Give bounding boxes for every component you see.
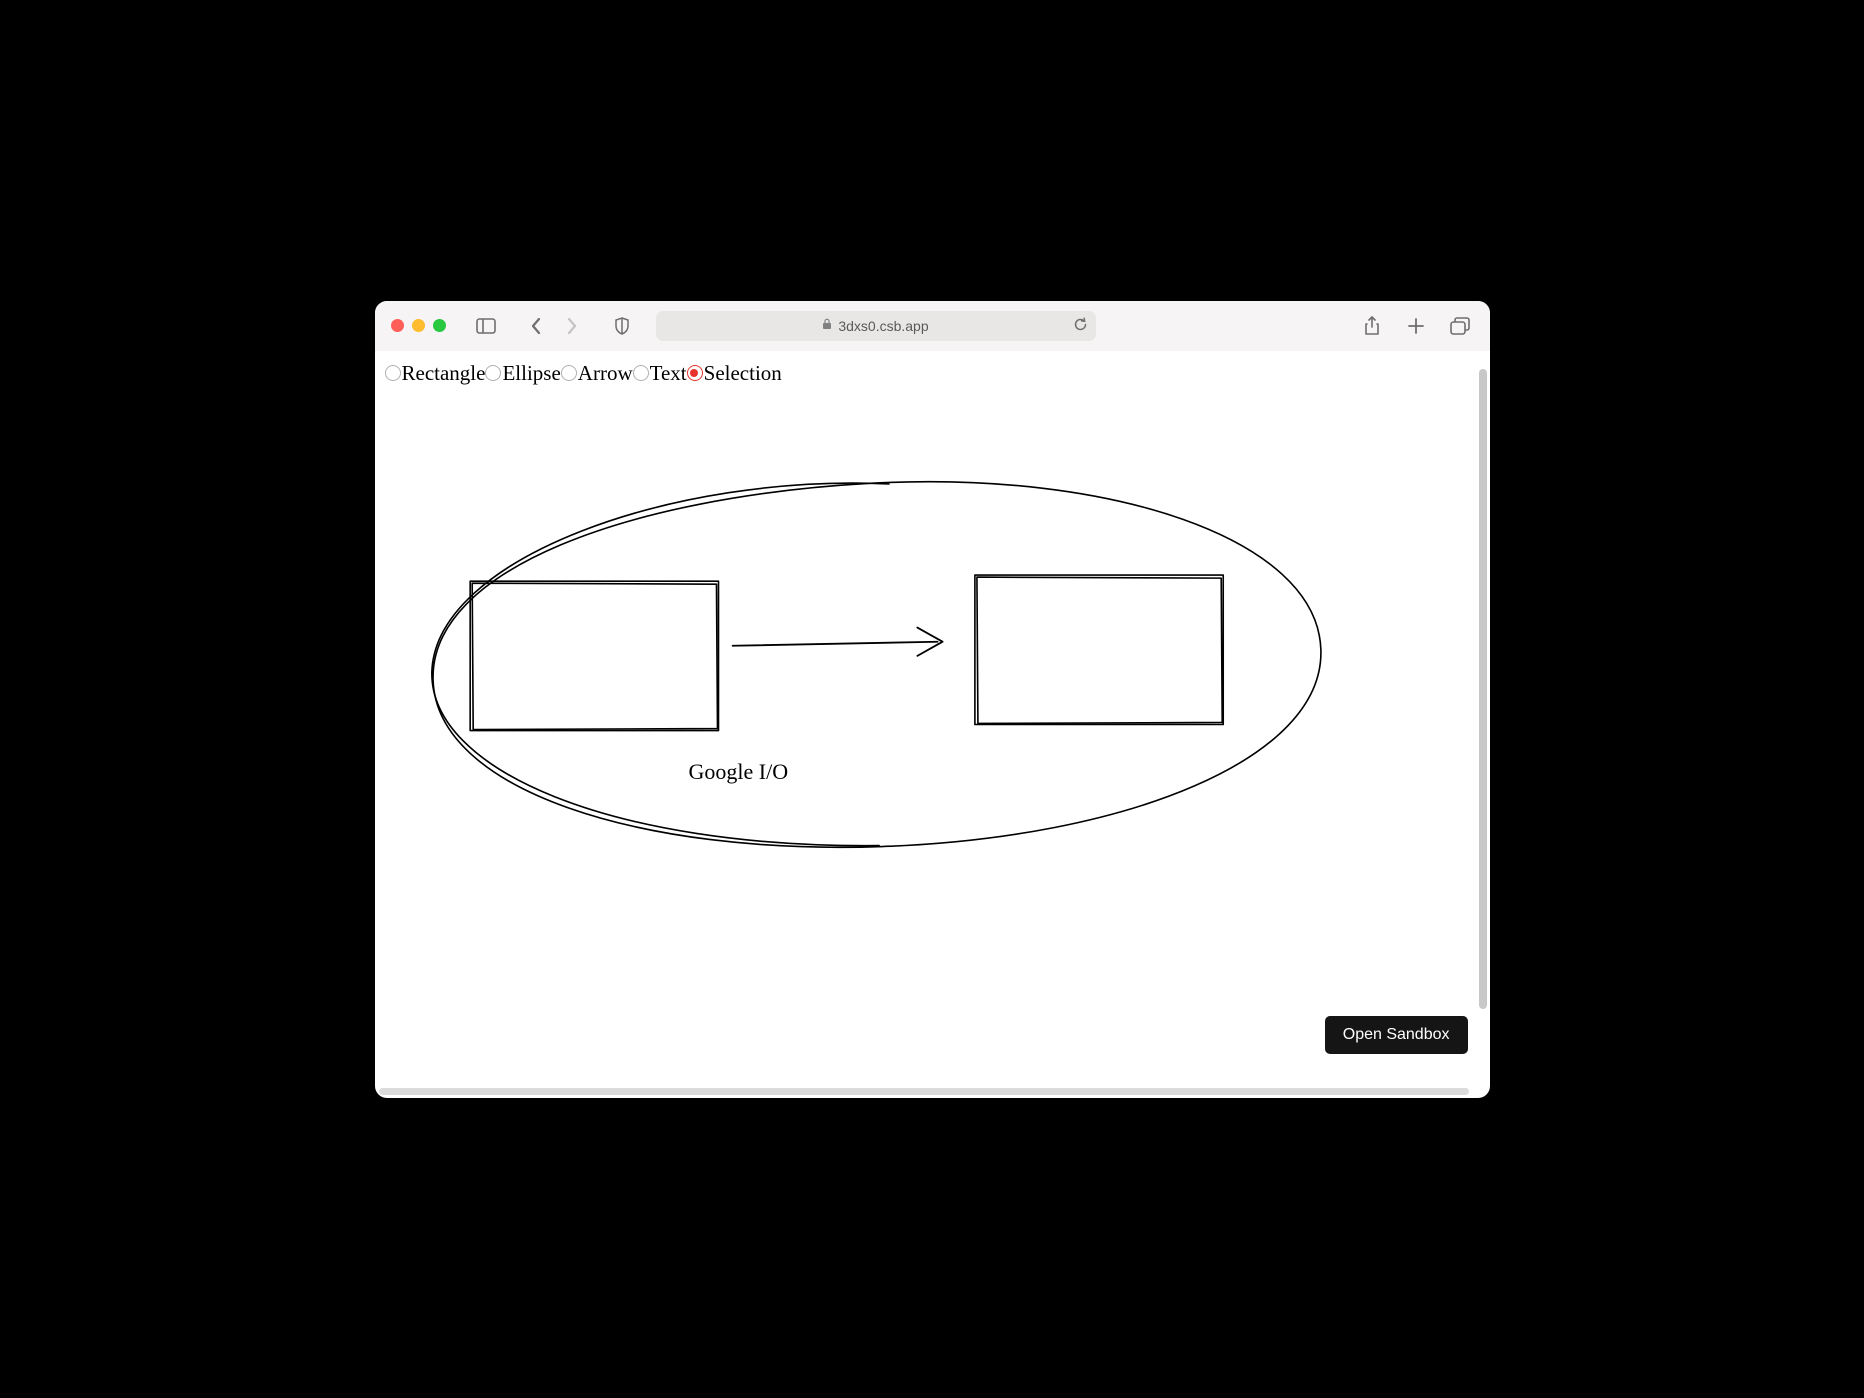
page-content: Rectangle Ellipse Arrow Text Selection	[375, 351, 1490, 1098]
browser-window: 3dxs0.csb.app	[375, 301, 1490, 1098]
minimize-window-button[interactable]	[412, 319, 425, 332]
browser-titlebar: 3dxs0.csb.app	[375, 301, 1490, 351]
new-tab-icon[interactable]	[1402, 312, 1430, 340]
address-bar[interactable]: 3dxs0.csb.app	[656, 311, 1096, 341]
window-controls	[391, 319, 446, 332]
horizontal-scrollbar[interactable]	[379, 1088, 1469, 1095]
shape-ellipse[interactable]	[426, 467, 1326, 861]
tabs-overview-icon[interactable]	[1446, 312, 1474, 340]
share-icon[interactable]	[1358, 312, 1386, 340]
back-button[interactable]	[522, 312, 550, 340]
forward-button[interactable]	[558, 312, 586, 340]
drawing-svg	[375, 351, 1490, 1098]
reload-icon[interactable]	[1073, 316, 1088, 335]
shape-rectangle-right[interactable]	[974, 575, 1222, 724]
sidebar-toggle-icon[interactable]	[472, 312, 500, 340]
maximize-window-button[interactable]	[433, 319, 446, 332]
lock-icon	[822, 318, 832, 333]
open-sandbox-button[interactable]: Open Sandbox	[1325, 1016, 1468, 1054]
close-window-button[interactable]	[391, 319, 404, 332]
privacy-shield-icon[interactable]	[608, 312, 636, 340]
url-text: 3dxs0.csb.app	[838, 318, 928, 334]
open-sandbox-label: Open Sandbox	[1343, 1026, 1450, 1043]
shape-rectangle-left[interactable]	[470, 581, 718, 730]
drawing-canvas[interactable]: Google I/O	[375, 351, 1490, 1098]
vertical-scrollbar[interactable]	[1479, 369, 1487, 1009]
shape-text-label[interactable]: Google I/O	[689, 759, 789, 785]
shape-arrow[interactable]	[732, 627, 942, 655]
